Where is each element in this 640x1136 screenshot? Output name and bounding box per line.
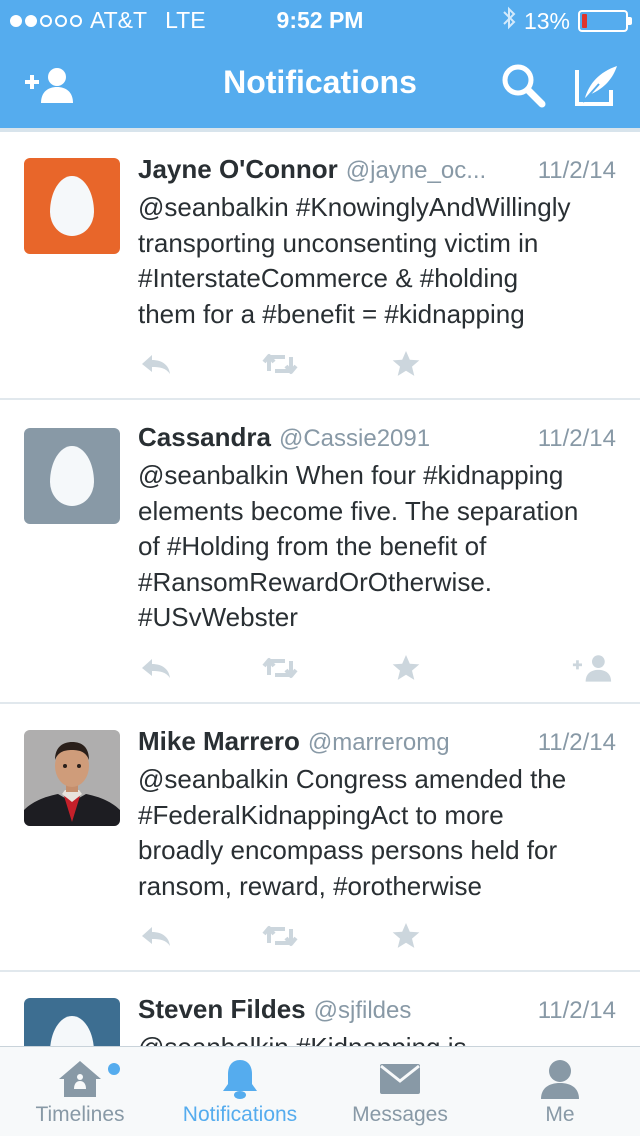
- tab-timelines[interactable]: Timelines: [0, 1047, 160, 1136]
- top-bar: AT&T LTE 9:52 PM 13% Notifications: [0, 0, 640, 128]
- tweet-text-line: @seanbalkin #Kidnapping is: [138, 1030, 624, 1046]
- battery-percent: 13%: [523, 7, 570, 34]
- tweet-item[interactable]: Steven Fildes @sjfildes 11/2/14 @seanbal…: [0, 974, 640, 1046]
- tweet-item[interactable]: Jayne O'Connor @jayne_oc... 11/2/14 @sea…: [0, 132, 640, 400]
- tweet-author-name[interactable]: Steven Fildes: [138, 994, 306, 1025]
- tweet-text-line: #RansomRewardOrOtherwise.: [138, 566, 493, 597]
- person-icon: [480, 1055, 640, 1103]
- tweet-date: 11/2/14: [537, 157, 616, 184]
- tweet-author-handle[interactable]: @sjfildes: [314, 997, 412, 1025]
- favorite-star-icon[interactable]: [386, 916, 426, 956]
- tweet-date: 11/2/14: [537, 425, 616, 452]
- tweet-author-name[interactable]: Cassandra: [138, 422, 271, 453]
- tweet-text-line: them for a #benefit = #kidnapping: [138, 298, 525, 329]
- reply-icon[interactable]: [136, 344, 176, 384]
- avatar[interactable]: [24, 730, 120, 826]
- tweet-header: Steven Fildes @sjfildes 11/2/14: [138, 994, 616, 1028]
- tweet-text-line: transporting unconsenting victim in: [138, 227, 539, 258]
- tweet-header: Mike Marrero @marreromg 11/2/14: [138, 726, 616, 760]
- tweet-date: 11/2/14: [537, 729, 616, 756]
- tweet-text-line: broadly encompass persons held for: [138, 835, 558, 865]
- tweet-header: Jayne O'Connor @jayne_oc... 11/2/14: [138, 154, 616, 188]
- tweet-text: @seanbalkin #KnowinglyAndWillingly trans…: [138, 190, 624, 332]
- avatar[interactable]: [24, 158, 120, 254]
- tweet-item[interactable]: Cassandra @Cassie2091 11/2/14 @seanbalki…: [0, 402, 640, 704]
- status-right: 13%: [502, 6, 632, 36]
- tweet-text-line: #InterstateCommerce & #holding: [138, 263, 519, 293]
- tweet-text-line: #USvWebster: [138, 602, 298, 632]
- battery-level: [582, 14, 587, 28]
- search-icon[interactable]: [496, 62, 550, 108]
- tweet-text-line: @seanbalkin When four #kidnapping: [138, 460, 564, 490]
- envelope-icon: [320, 1055, 480, 1103]
- egg-avatar-icon: [50, 446, 94, 506]
- tab-label: Timelines: [35, 1103, 125, 1126]
- favorite-star-icon[interactable]: [386, 344, 426, 384]
- tab-notifications[interactable]: Notifications: [160, 1047, 320, 1136]
- reply-icon[interactable]: [136, 916, 176, 956]
- new-content-dot: [108, 1063, 120, 1075]
- tab-messages[interactable]: Messages: [320, 1047, 480, 1136]
- tweet-text-line: elements become five. The separation: [138, 495, 579, 526]
- status-bar: AT&T LTE 9:52 PM 13%: [0, 0, 640, 40]
- reply-icon[interactable]: [136, 648, 176, 688]
- retweet-icon[interactable]: [260, 916, 300, 956]
- battery-icon: [578, 10, 632, 32]
- bell-icon: [160, 1055, 320, 1103]
- tweet-author-handle[interactable]: @jayne_oc...: [346, 157, 486, 185]
- favorite-star-icon[interactable]: [386, 648, 426, 688]
- avatar[interactable]: [24, 998, 120, 1046]
- profile-photo-icon: [24, 730, 120, 826]
- compose-icon[interactable]: [570, 62, 624, 108]
- navigation-bar: Notifications: [0, 40, 640, 128]
- tweet-text-line: ransom, reward, #orotherwise: [138, 870, 482, 901]
- tweet-text-line: @seanbalkin #KnowinglyAndWillingly: [138, 192, 571, 222]
- tab-label: Messages: [352, 1103, 448, 1126]
- tweet-text: @seanbalkin When four #kidnapping elemen…: [138, 458, 624, 636]
- avatar[interactable]: [24, 428, 120, 524]
- tweet-text-line: of #Holding from the benefit of: [138, 531, 487, 561]
- tweet-header: Cassandra @Cassie2091 11/2/14: [138, 422, 616, 456]
- notifications-feed[interactable]: Jayne O'Connor @jayne_oc... 11/2/14 @sea…: [0, 128, 640, 1046]
- retweet-icon[interactable]: [260, 344, 300, 384]
- home-icon: [0, 1055, 160, 1103]
- tab-bar: Timelines Notifications Messages Me: [0, 1046, 640, 1136]
- tweet-date: 11/2/14: [537, 997, 616, 1024]
- tweet-text: @seanbalkin #Kidnapping is: [138, 1030, 624, 1046]
- tweet-text: @seanbalkin Congress amended the #Federa…: [138, 762, 624, 904]
- tweet-item[interactable]: Mike Marrero @marreromg 11/2/14 @seanbal…: [0, 706, 640, 972]
- tab-label: Me: [545, 1103, 575, 1126]
- egg-avatar-icon: [50, 1016, 94, 1046]
- tweet-author-name[interactable]: Jayne O'Connor: [138, 154, 338, 185]
- tweet-author-handle[interactable]: @marreromg: [308, 729, 450, 757]
- tweet-author-name[interactable]: Mike Marrero: [138, 726, 300, 757]
- tab-me[interactable]: Me: [480, 1047, 640, 1136]
- bluetooth-icon: [502, 6, 516, 36]
- retweet-icon[interactable]: [260, 648, 300, 688]
- tweet-author-handle[interactable]: @Cassie2091: [279, 425, 430, 453]
- tweet-text-line: #FederalKidnappingAct to more: [138, 799, 504, 830]
- tab-label: Notifications: [182, 1103, 298, 1126]
- follow-user-icon[interactable]: [572, 648, 612, 688]
- egg-avatar-icon: [50, 176, 94, 236]
- tweet-text-line: @seanbalkin Congress amended the: [138, 764, 567, 794]
